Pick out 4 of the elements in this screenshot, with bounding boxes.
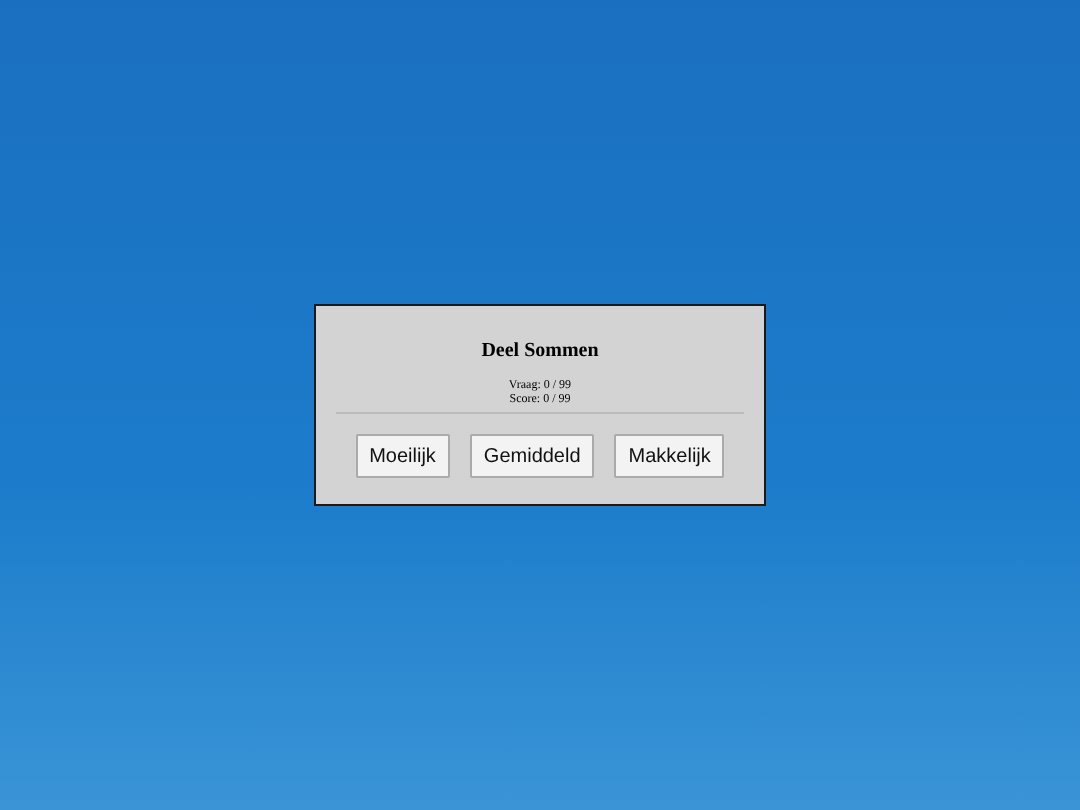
dialog-title: Deel Sommen [481, 340, 599, 362]
difficulty-button[interactable]: Makkelijk [614, 434, 725, 478]
difficulty-button[interactable]: Gemiddeld [469, 434, 595, 478]
difficulty-button[interactable]: Moeilijk [355, 434, 450, 478]
